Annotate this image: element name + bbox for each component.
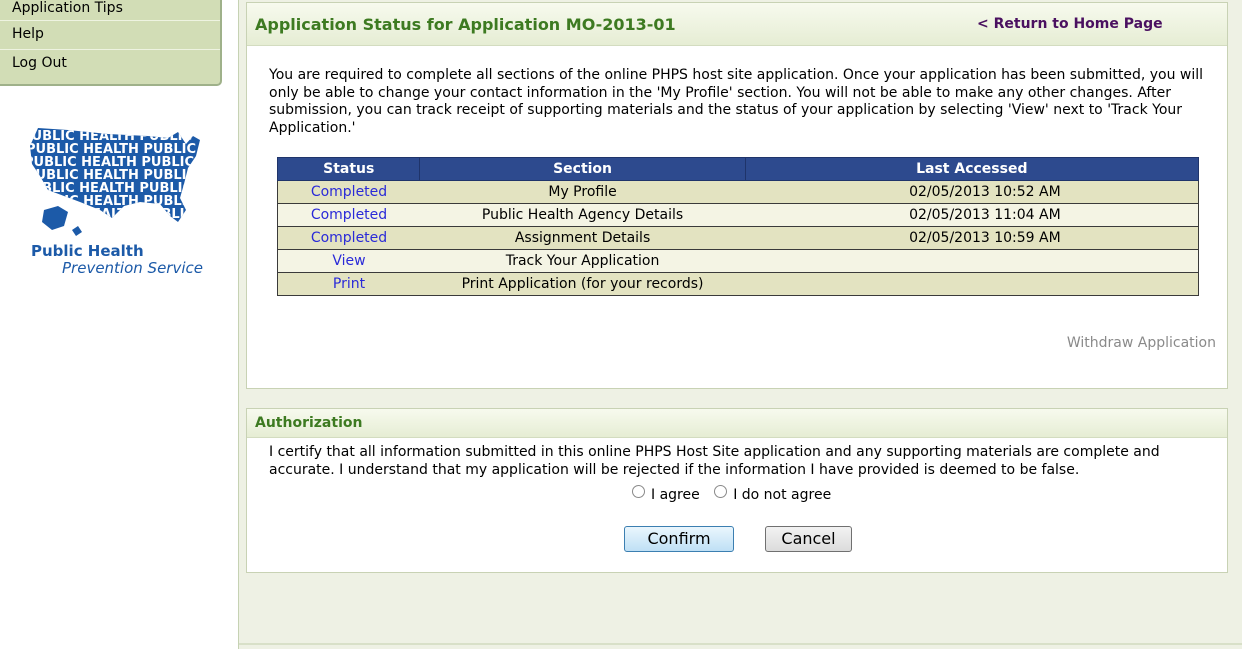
sidebar-item-application-tips[interactable]: Application Tips xyxy=(0,0,220,21)
status-panel: Application Status for Application MO-20… xyxy=(246,2,1228,389)
status-panel-header: Application Status for Application MO-20… xyxy=(247,3,1227,46)
sidebar-item-log-out[interactable]: Log Out xyxy=(0,50,220,79)
status-cell: View xyxy=(277,249,420,273)
authorization-title: Authorization xyxy=(255,415,363,431)
last-accessed-cell: 02/05/2013 11:04 AM xyxy=(745,203,1199,227)
header-status: Status xyxy=(276,157,421,181)
sidebar-nav: Application Tips Help Log Out xyxy=(0,0,222,86)
disagree-radio[interactable] xyxy=(714,485,728,498)
confirm-button[interactable]: Confirm xyxy=(624,526,734,552)
disagree-label: I do not agree xyxy=(733,487,832,503)
section-cell: Track Your Application xyxy=(419,249,746,273)
status-cell: Completed xyxy=(277,226,420,250)
status-link-completed[interactable]: Completed xyxy=(311,230,387,246)
table-row: Completed Assignment Details 02/05/2013 … xyxy=(277,226,1199,250)
print-link[interactable]: Print xyxy=(333,276,365,292)
status-link-completed[interactable]: Completed xyxy=(311,184,387,200)
status-cell: Completed xyxy=(277,180,420,204)
header-section: Section xyxy=(419,157,746,181)
logo-title: Public Health xyxy=(31,242,144,260)
certification-text: I certify that all information submitted… xyxy=(269,444,1160,478)
table-row: Print Print Application (for your record… xyxy=(277,272,1199,296)
us-map-logo-icon: PUBLIC HEALTH PUBLIC PUBLIC HEALTH PUBLI… xyxy=(30,128,200,236)
cancel-button[interactable]: Cancel xyxy=(765,526,852,552)
logo-subtitle: Prevention Service xyxy=(62,259,203,277)
status-table: Status Section Last Accessed Completed M… xyxy=(276,157,1200,296)
main-bottom-border xyxy=(239,643,1242,645)
table-header-row: Status Section Last Accessed xyxy=(276,157,1200,181)
section-cell: My Profile xyxy=(419,180,746,204)
section-cell: Assignment Details xyxy=(419,226,746,250)
status-cell: Completed xyxy=(277,203,420,227)
header-last-accessed: Last Accessed xyxy=(744,157,1200,181)
authorization-header: Authorization xyxy=(247,409,1227,438)
status-link-completed[interactable]: Completed xyxy=(311,207,387,223)
section-cell: Print Application (for your records) xyxy=(419,272,746,296)
return-home-link[interactable]: < Return to Home Page xyxy=(977,16,1163,32)
sidebar-item-help[interactable]: Help xyxy=(0,21,220,50)
status-cell: Print xyxy=(277,272,420,296)
table-row: View Track Your Application xyxy=(277,249,1199,273)
table-row: Completed Public Health Agency Details 0… xyxy=(277,203,1199,227)
phps-logo: PUBLIC HEALTH PUBLIC PUBLIC HEALTH PUBLI… xyxy=(28,126,204,280)
last-accessed-cell xyxy=(745,249,1199,273)
intro-text: You are required to complete all section… xyxy=(269,67,1204,136)
view-link[interactable]: View xyxy=(332,253,365,269)
agreement-radio-group: I agree I do not agree xyxy=(632,485,841,503)
last-accessed-cell: 02/05/2013 10:52 AM xyxy=(745,180,1199,204)
table-row: Completed My Profile 02/05/2013 10:52 AM xyxy=(277,180,1199,204)
page-title: Application Status for Application MO-20… xyxy=(255,15,676,34)
last-accessed-cell xyxy=(745,272,1199,296)
withdraw-application-link[interactable]: Withdraw Application xyxy=(1067,335,1216,351)
last-accessed-cell: 02/05/2013 10:59 AM xyxy=(745,226,1199,250)
authorization-panel: Authorization I certify that all informa… xyxy=(246,408,1228,573)
section-cell: Public Health Agency Details xyxy=(419,203,746,227)
agree-label: I agree xyxy=(651,487,700,503)
agree-radio[interactable] xyxy=(632,485,645,498)
